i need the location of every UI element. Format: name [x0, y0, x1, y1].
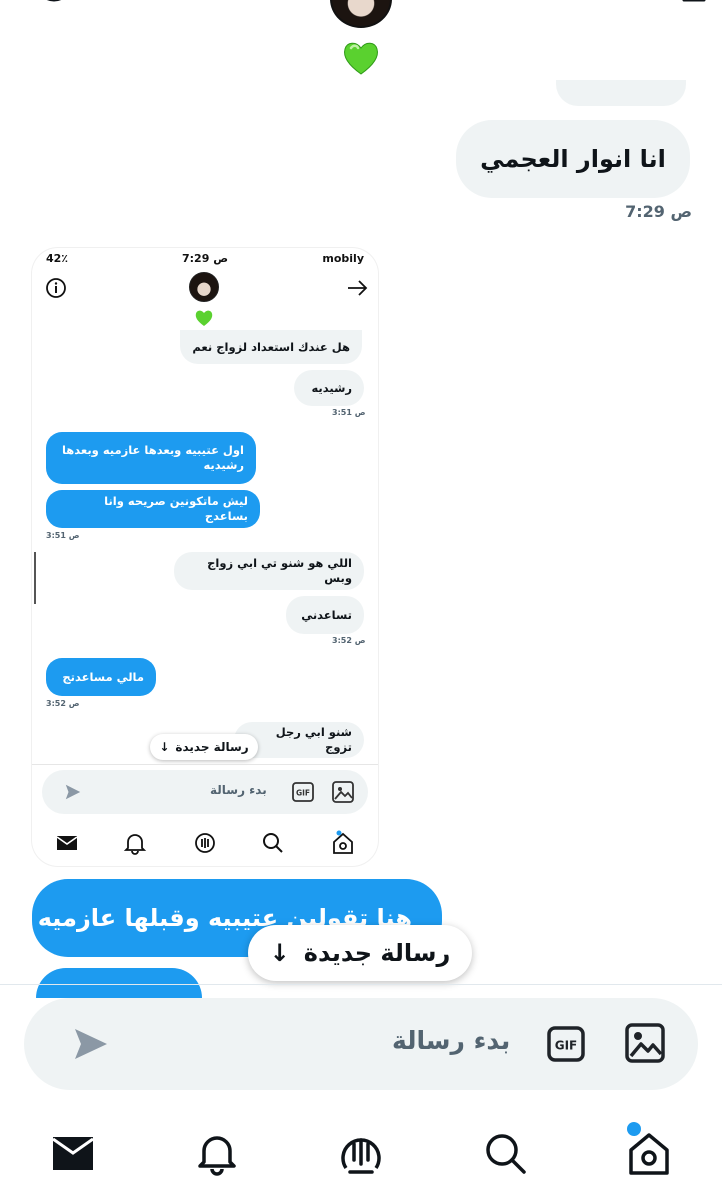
scrollbar	[34, 552, 36, 604]
message-bubble: اللي هو شنو تي ابي زواج وبس	[174, 552, 364, 590]
carrier-label: mobily	[322, 252, 364, 265]
message-bubble: ليش ماتكونين صريحه وانا بساعدج	[46, 490, 260, 528]
compose-placeholder: بدء رسالة	[210, 783, 267, 797]
green-heart-emoji	[195, 310, 213, 326]
notifications-icon[interactable]	[194, 1130, 240, 1176]
send-icon	[65, 784, 81, 800]
gif-icon[interactable]: GIF	[546, 1024, 586, 1064]
home-icon	[333, 830, 353, 854]
notifications-icon	[123, 834, 147, 855]
compose-bar[interactable]: بدء رسالة GIF	[24, 998, 698, 1090]
forward-arrow-icon[interactable]	[678, 0, 714, 16]
status-time: 7:29 ص	[182, 252, 229, 265]
message-bubble: مالي مساعدتج	[46, 658, 156, 696]
info-icon[interactable]	[32, 0, 72, 16]
message-timestamp: 3:51 ص	[332, 408, 366, 417]
spaces-icon	[195, 833, 215, 853]
home-icon[interactable]	[626, 1130, 672, 1176]
image-icon[interactable]	[624, 1022, 666, 1064]
message-timestamp: 3:52 ص	[46, 699, 80, 708]
avatar	[189, 272, 219, 302]
new-message-label: رسالة جديدة	[175, 740, 249, 754]
spaces-icon[interactable]	[338, 1130, 384, 1176]
message-bubble-partial	[556, 80, 686, 106]
divider	[32, 764, 378, 765]
image-icon	[332, 781, 354, 803]
compose-bar: بدء رسالة GIF	[42, 770, 368, 814]
arrow-down-icon: ↓	[269, 939, 290, 967]
message-input[interactable]: بدء رسالة	[392, 1026, 510, 1055]
new-message-pill[interactable]: رسالة جديدة ↓	[248, 925, 472, 981]
info-icon	[46, 278, 66, 298]
received-message[interactable]: انا انوار العجمي	[456, 120, 690, 198]
new-message-pill: رسالة جديدة ↓	[150, 734, 258, 760]
gif-icon: GIF	[292, 782, 314, 802]
message-bubble: اول عتيبيه وبعدها عازميه وبعدها رشيديه	[46, 432, 256, 484]
arrow-down-icon: ↓	[159, 740, 170, 754]
message-timestamp: 3:52 ص	[332, 636, 366, 645]
message-bubble: هل عندك استعداد لزواج نعم	[180, 330, 362, 364]
avatar[interactable]	[330, 0, 392, 28]
notification-dot	[627, 1122, 641, 1136]
battery-indicator: 42٪	[46, 252, 69, 265]
message-timestamp: 7:29 ص	[625, 202, 692, 221]
message-bubble-partial	[36, 968, 202, 998]
send-icon[interactable]	[72, 1026, 110, 1062]
svg-text:GIF: GIF	[555, 1039, 578, 1053]
search-icon	[263, 833, 283, 853]
new-message-label: رسالة جديدة	[303, 939, 451, 967]
green-heart-emoji	[341, 38, 381, 78]
forward-arrow-icon	[348, 280, 368, 296]
message-bubble: رشيديه	[294, 370, 364, 406]
divider	[0, 984, 722, 985]
message-bubble: تساعدني	[286, 596, 364, 634]
svg-text:GIF: GIF	[296, 789, 310, 798]
search-icon[interactable]	[482, 1130, 528, 1176]
embedded-screenshot[interactable]: 42٪ 7:29 ص mobily هل عندك استعداد لزواج …	[32, 248, 378, 866]
messages-icon	[56, 836, 78, 850]
message-timestamp: 3:51 ص	[46, 531, 80, 540]
messages-icon[interactable]	[50, 1130, 96, 1176]
